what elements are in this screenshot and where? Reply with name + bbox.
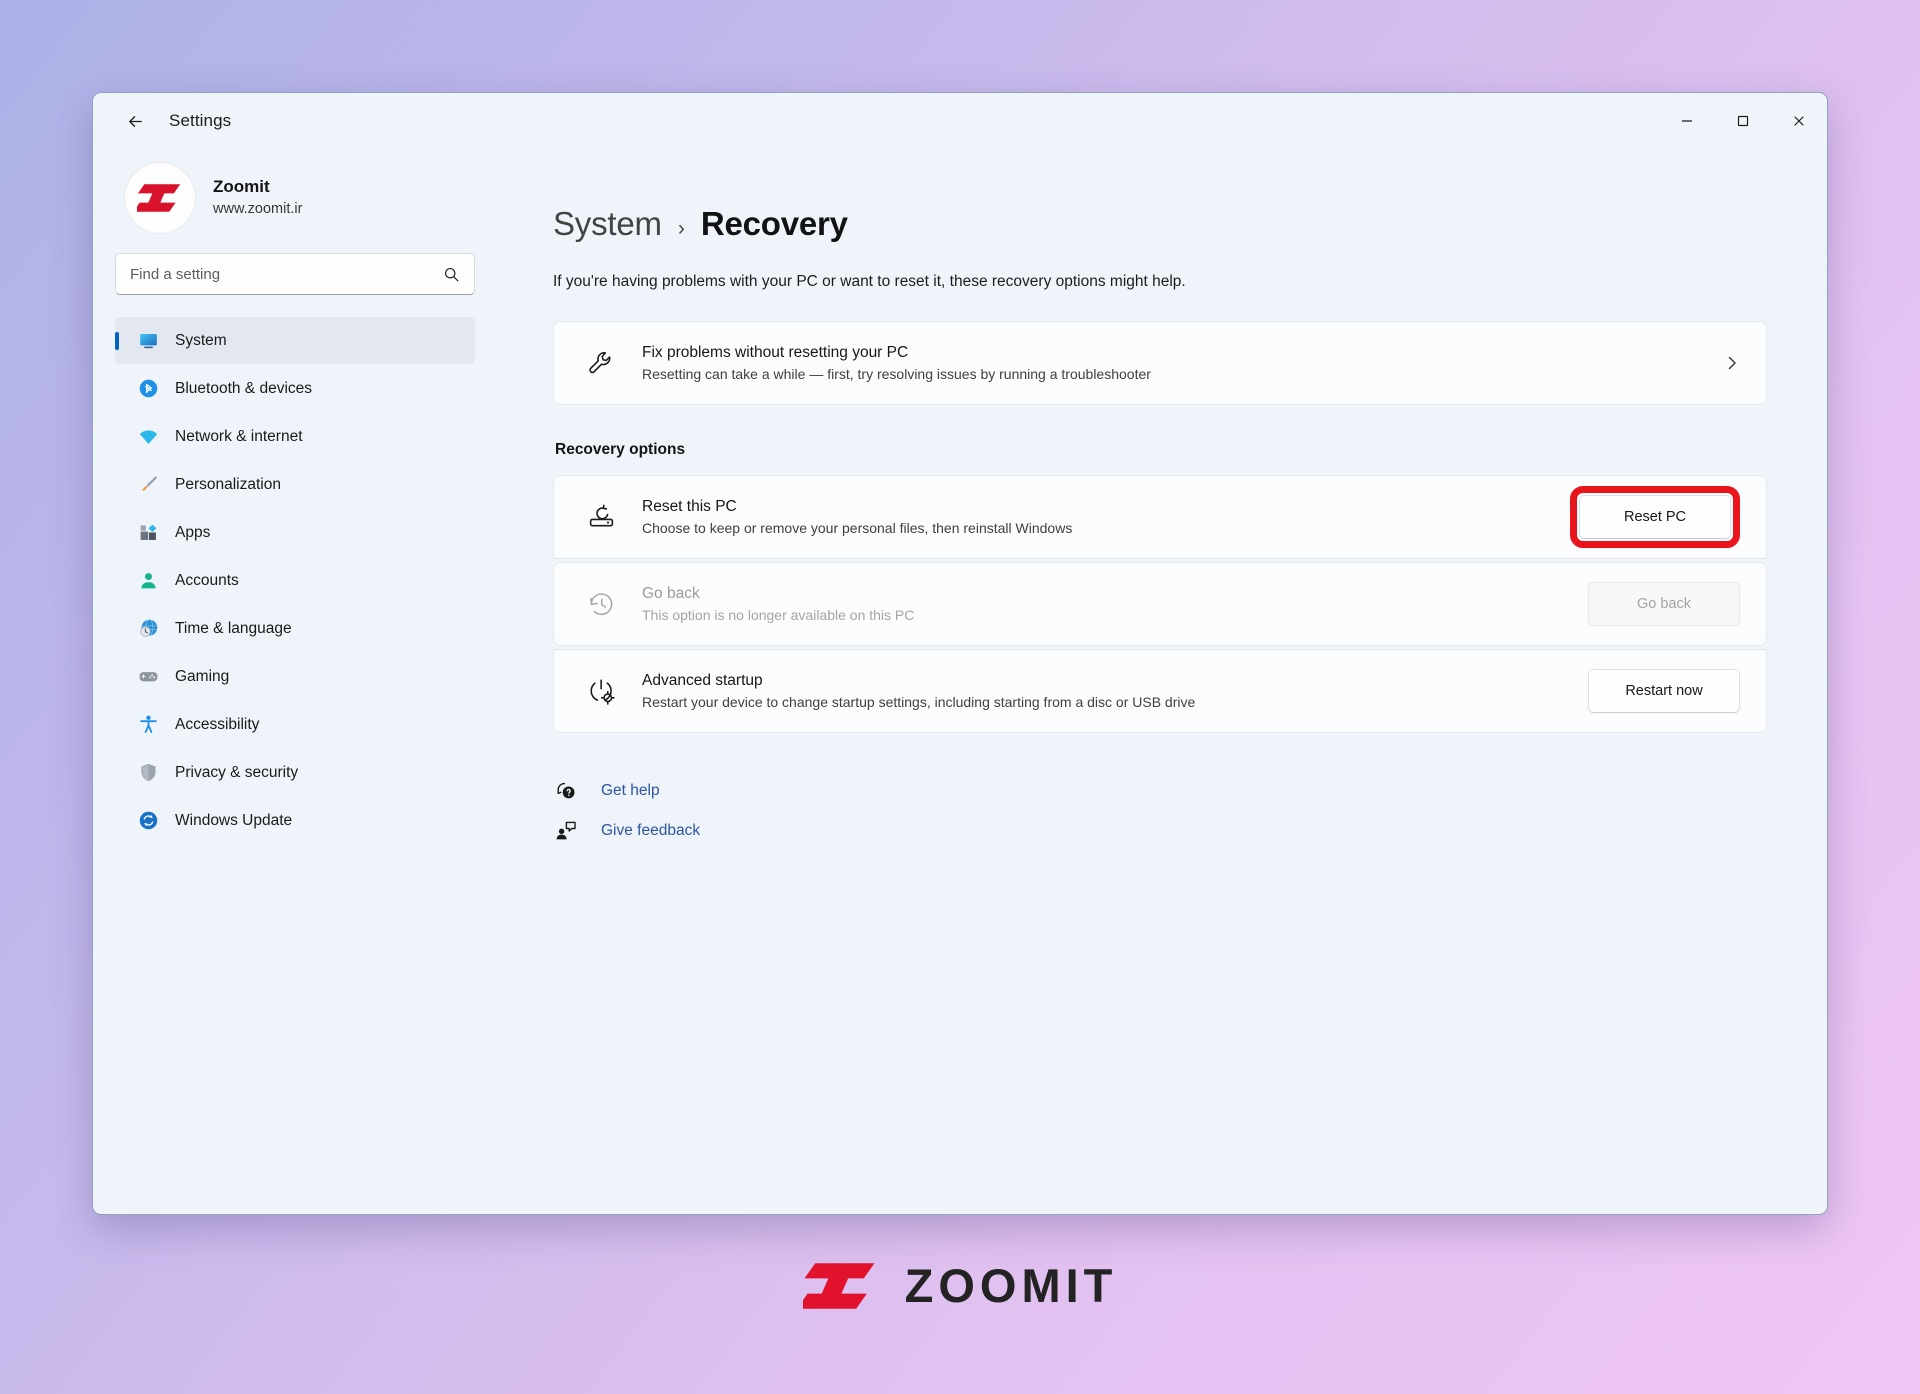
sidebar-item-label: Accessibility — [175, 716, 259, 734]
sidebar-item-label: Privacy & security — [175, 764, 298, 782]
arrow-left-icon — [126, 112, 145, 131]
search-icon — [443, 266, 460, 283]
advanced-startup-title: Advanced startup — [642, 669, 1588, 692]
sidebar-item-windows-update[interactable]: Windows Update — [115, 797, 475, 844]
watermark-text: ZOOMIT — [905, 1258, 1118, 1313]
feedback-icon — [553, 819, 579, 843]
sidebar-item-label: Network & internet — [175, 428, 303, 446]
sidebar-nav: System Bluetooth & devices Network & inter… — [115, 317, 475, 844]
close-button[interactable] — [1771, 94, 1827, 149]
maximize-icon — [1736, 114, 1750, 128]
reset-this-pc-row: Reset this PCChoose to keep or remove yo… — [553, 475, 1767, 559]
clock-globe-icon — [137, 618, 159, 640]
sidebar-item-label: Gaming — [175, 668, 229, 686]
bluetooth-icon — [137, 378, 159, 400]
go-back-title: Go back — [642, 582, 1588, 605]
breadcrumb-separator-icon: › — [678, 217, 685, 241]
page-description: If you're having problems with your PC o… — [553, 273, 1767, 291]
avatar — [125, 163, 195, 233]
wifi-icon — [137, 426, 159, 448]
sidebar-item-system[interactable]: System — [115, 317, 475, 364]
back-button[interactable] — [115, 104, 155, 138]
sidebar-item-privacy-security[interactable]: Privacy & security — [115, 749, 475, 796]
help-link-label: Get help — [601, 782, 660, 800]
go-back-button: Go back — [1588, 582, 1740, 626]
zoomit-z-logo — [803, 1261, 879, 1311]
sidebar-item-time-language[interactable]: Time & language — [115, 605, 475, 652]
person-icon — [137, 570, 159, 592]
maximize-button[interactable] — [1715, 94, 1771, 149]
advanced-startup-row: Advanced startupRestart your device to c… — [553, 649, 1767, 733]
sidebar-item-gaming[interactable]: Gaming — [115, 653, 475, 700]
go-back-text: Go backThis option is no longer availabl… — [642, 582, 1588, 626]
help-link-label: Give feedback — [601, 822, 700, 840]
highlight-annotation: Reset PC — [1570, 486, 1740, 548]
sidebar-item-accounts[interactable]: Accounts — [115, 557, 475, 604]
window-titlebar: Settings — [93, 93, 1827, 149]
advanced-startup-text: Advanced startupRestart your device to c… — [642, 669, 1588, 713]
fix-problems-card[interactable]: Fix problems without resetting your PC R… — [553, 321, 1767, 405]
search-box[interactable] — [115, 253, 475, 295]
breadcrumb: System › Recovery — [553, 205, 1767, 243]
sidebar-item-personalization[interactable]: Personalization — [115, 461, 475, 508]
go-back-row: Go backThis option is no longer availabl… — [553, 562, 1767, 646]
give-feedback-link[interactable]: Give feedback — [553, 819, 700, 843]
sidebar-item-network-internet[interactable]: Network & internet — [115, 413, 475, 460]
history-clock-icon — [584, 590, 618, 619]
account-subtitle: www.zoomit.ir — [213, 199, 302, 219]
sidebar-item-bluetooth-devices[interactable]: Bluetooth & devices — [115, 365, 475, 412]
sidebar-item-apps[interactable]: Apps — [115, 509, 475, 556]
sidebar-item-label: Personalization — [175, 476, 281, 494]
monitor-icon — [137, 330, 159, 352]
sidebar-item-label: Apps — [175, 524, 210, 542]
account-text: Zoomit www.zoomit.ir — [213, 176, 302, 219]
go-back-subtitle: This option is no longer available on th… — [642, 605, 1588, 626]
get-help-icon — [553, 779, 579, 803]
get-help-link[interactable]: Get help — [553, 779, 660, 803]
reset-this-pc-title: Reset this PC — [642, 495, 1570, 518]
account-block[interactable]: Zoomit www.zoomit.ir — [115, 149, 475, 253]
gamepad-icon — [137, 666, 159, 688]
zoomit-watermark: ZOOMIT — [0, 1258, 1920, 1313]
main-content: System › Recovery If you're having probl… — [493, 149, 1827, 1214]
chevron-right-icon — [1724, 355, 1740, 371]
settings-window: Settings — [92, 92, 1828, 1215]
account-name: Zoomit — [213, 176, 302, 199]
page-title: Recovery — [701, 205, 848, 243]
sidebar-item-accessibility[interactable]: Accessibility — [115, 701, 475, 748]
fix-problems-subtitle: Resetting can take a while — first, try … — [642, 364, 1724, 385]
sidebar-item-label: Accounts — [175, 572, 239, 590]
advanced-startup-icon — [584, 677, 618, 706]
reset-this-pc-subtitle: Choose to keep or remove your personal f… — [642, 518, 1570, 539]
recovery-options-label: Recovery options — [555, 441, 1767, 459]
sidebar-item-label: Windows Update — [175, 812, 292, 830]
fix-problems-title: Fix problems without resetting your PC — [642, 341, 1724, 364]
sidebar-item-label: Bluetooth & devices — [175, 380, 312, 398]
fix-problems-text: Fix problems without resetting your PC R… — [642, 341, 1724, 385]
window-body: Zoomit www.zoomit.ir System Bluetooth & d… — [93, 149, 1827, 1214]
shield-icon — [137, 762, 159, 784]
reset-this-pc-button[interactable]: Reset PC — [1579, 495, 1731, 539]
wrench-icon — [584, 349, 618, 378]
advanced-startup-subtitle: Restart your device to change startup se… — [642, 692, 1588, 713]
accessibility-icon — [137, 714, 159, 736]
breadcrumb-parent[interactable]: System — [553, 205, 662, 243]
update-icon — [137, 810, 159, 832]
apps-icon — [137, 522, 159, 544]
reset-pc-icon — [584, 503, 618, 532]
minimize-icon — [1680, 114, 1694, 128]
recovery-options-group: Reset this PCChoose to keep or remove yo… — [553, 475, 1767, 733]
close-icon — [1792, 114, 1806, 128]
search-input[interactable] — [130, 266, 443, 283]
window-title: Settings — [169, 111, 231, 131]
minimize-button[interactable] — [1659, 94, 1715, 149]
advanced-startup-button[interactable]: Restart now — [1588, 669, 1740, 713]
sidebar: Zoomit www.zoomit.ir System Bluetooth & d… — [93, 149, 493, 1214]
paintbrush-icon — [137, 474, 159, 496]
zoomit-z-logo — [137, 183, 183, 213]
sidebar-item-label: Time & language — [175, 620, 292, 638]
sidebar-item-label: System — [175, 332, 227, 350]
reset-this-pc-text: Reset this PCChoose to keep or remove yo… — [642, 495, 1570, 539]
help-links: Get help Give feedback — [553, 779, 1767, 843]
